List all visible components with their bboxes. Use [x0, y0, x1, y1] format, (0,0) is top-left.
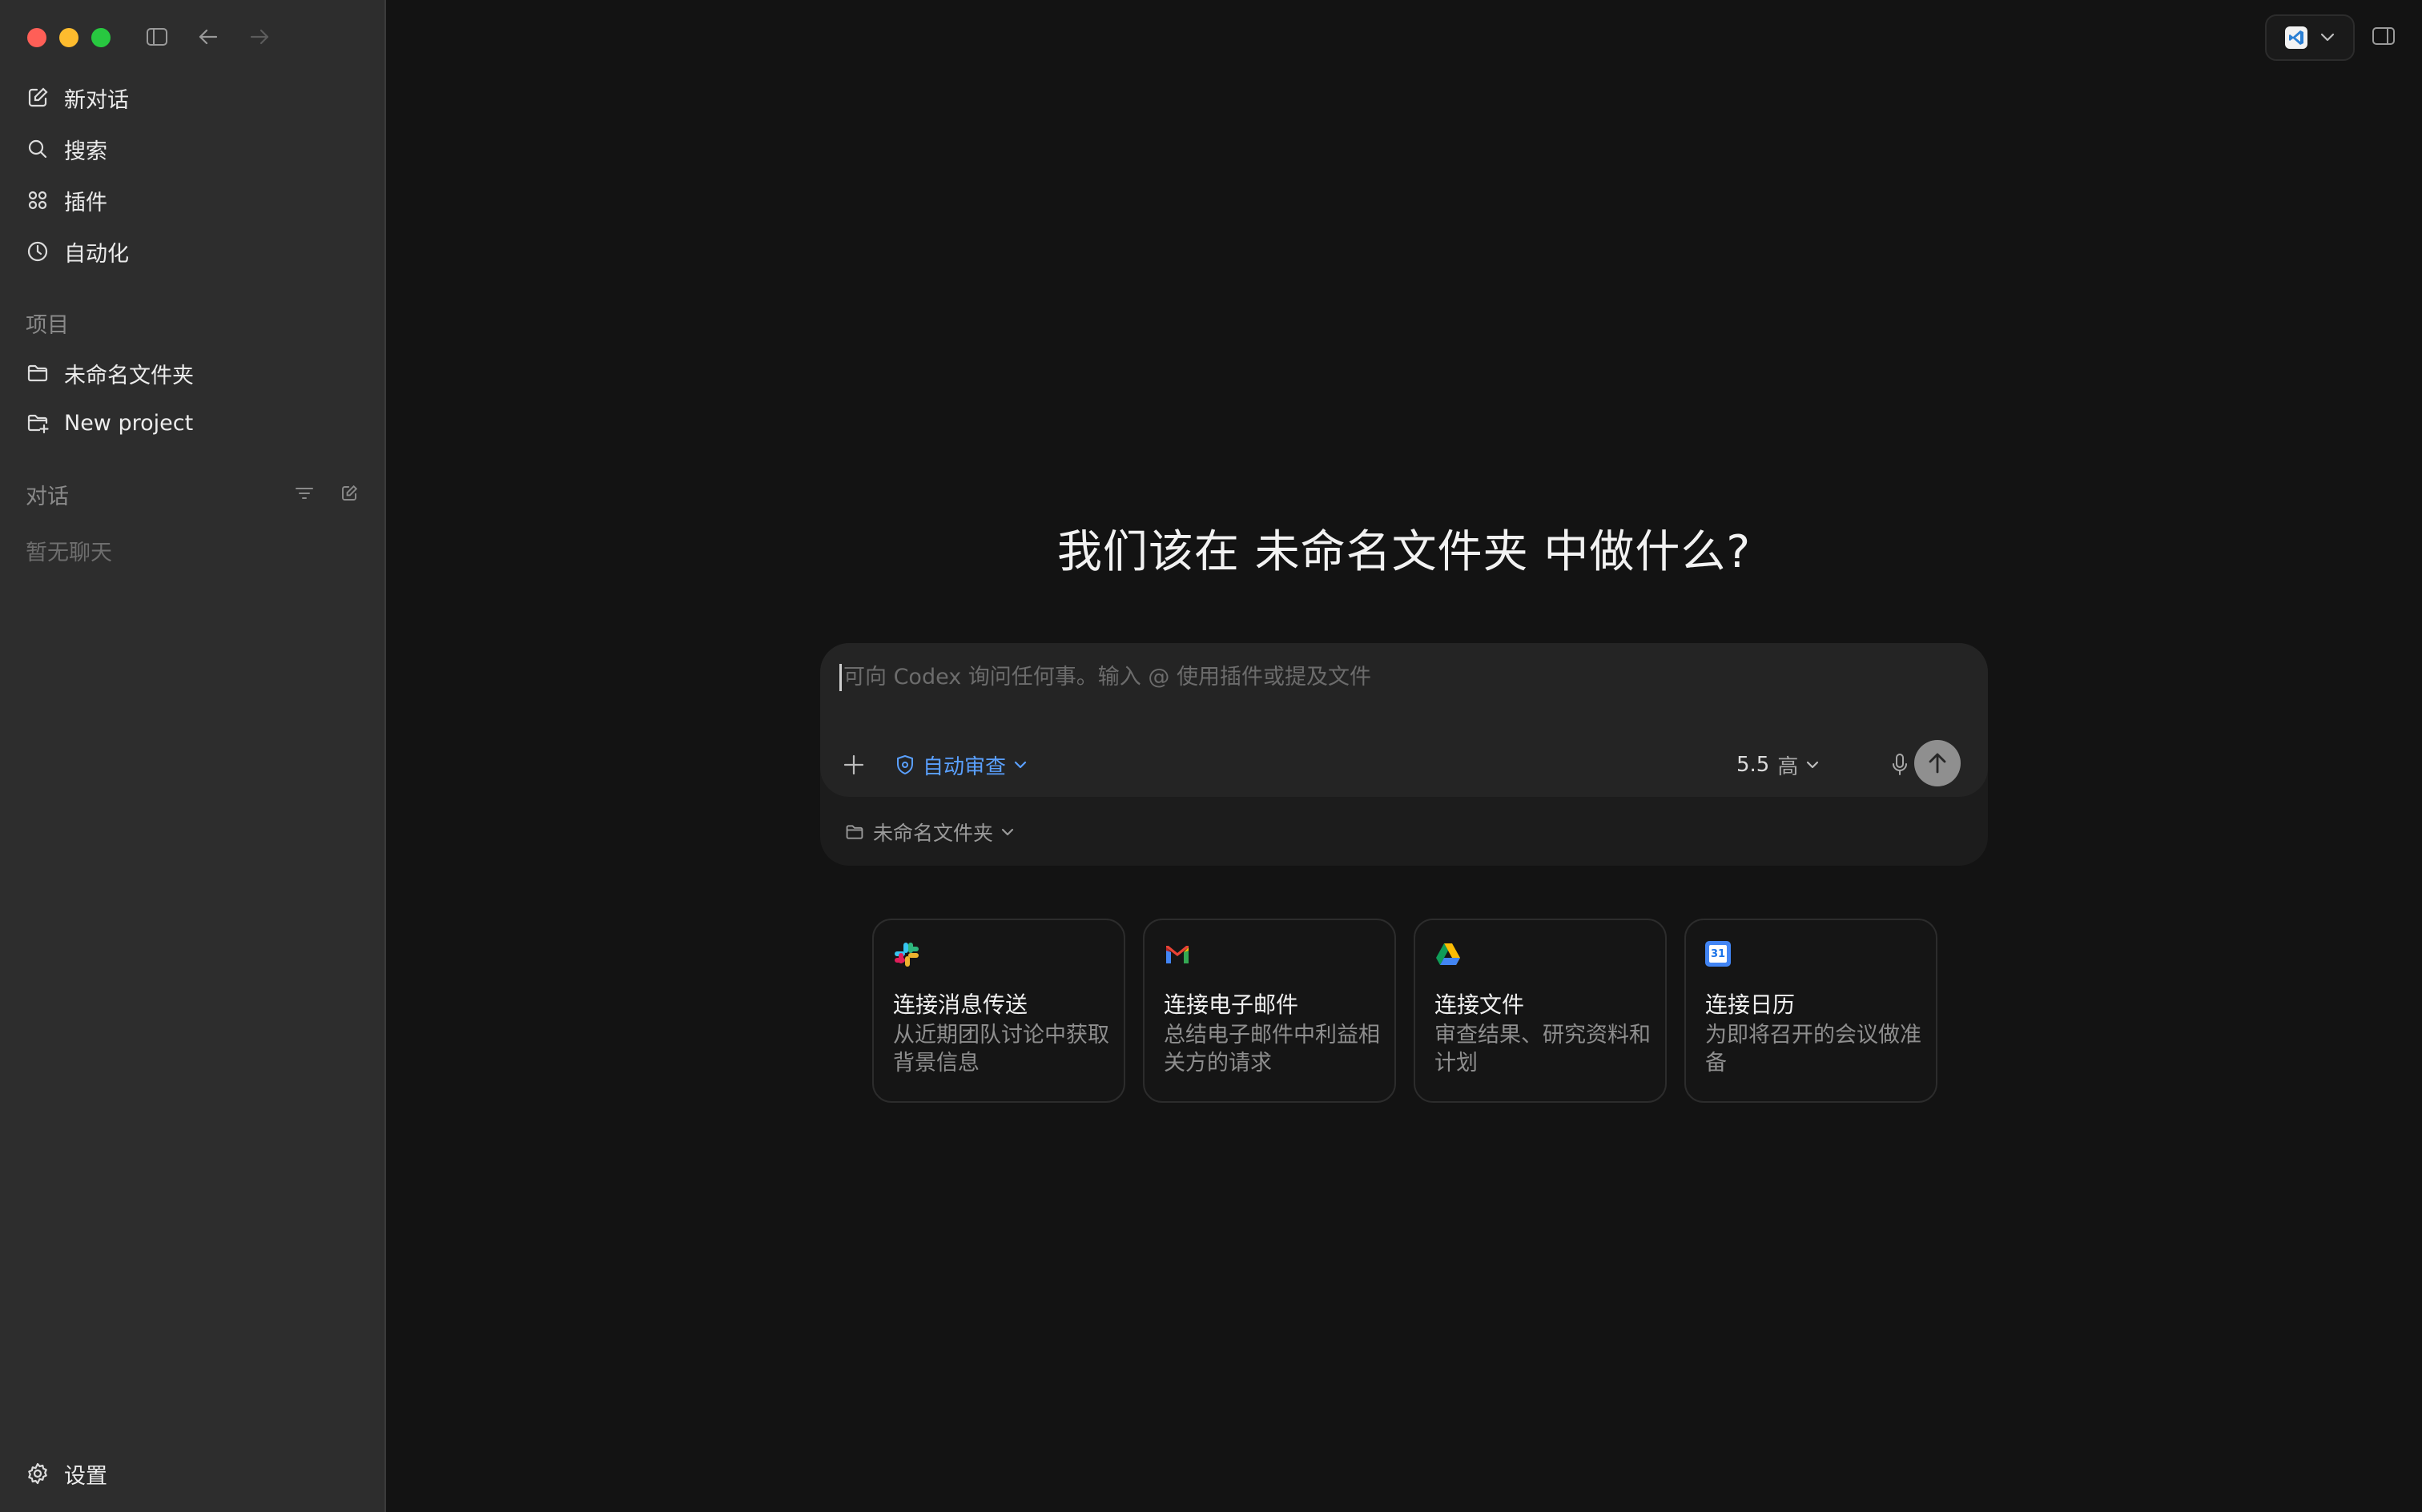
- open-in-editor-button[interactable]: [2265, 14, 2355, 61]
- main-panel: 我们该在 未命名文件夹 中做什么? 可向 Codex 询问任何事。输入 @ 使用…: [386, 0, 2422, 1512]
- nav-plugins[interactable]: 插件: [26, 181, 107, 219]
- voice-input-button[interactable]: [1885, 750, 1914, 779]
- settings-button[interactable]: 设置: [26, 1454, 107, 1493]
- google-calendar-icon: 31: [1705, 941, 1732, 968]
- approval-mode-label: 自动审查: [923, 754, 1007, 779]
- chevron-down-icon: [1014, 761, 1027, 769]
- folder-icon: [27, 364, 48, 382]
- google-drive-icon: [1434, 941, 1462, 968]
- projects-section-label: 项目: [26, 313, 69, 338]
- composer-container: 可向 Codex 询问任何事。输入 @ 使用插件或提及文件 自动审查 5.5 高: [820, 643, 1988, 866]
- filter-icon[interactable]: [292, 481, 317, 506]
- send-button[interactable]: [1914, 740, 1961, 786]
- chats-empty-text: 暂无聊天: [26, 541, 112, 565]
- card-title: 连接文件: [1434, 991, 1525, 1018]
- composer: 可向 Codex 询问任何事。输入 @ 使用插件或提及文件 自动审查 5.5 高: [820, 643, 1988, 797]
- nav-automation[interactable]: 自动化: [26, 232, 129, 271]
- workspace-folder-dropdown[interactable]: 未命名文件夹: [844, 816, 1014, 848]
- chevron-down-icon: [1001, 828, 1014, 836]
- forward-arrow-icon[interactable]: [247, 24, 272, 50]
- folder-plus-icon: [27, 414, 49, 434]
- settings-label: 设置: [64, 1463, 107, 1489]
- slack-icon: [893, 941, 920, 968]
- card-title: 连接日历: [1705, 991, 1796, 1018]
- folder-icon: [846, 825, 863, 839]
- approval-mode-dropdown[interactable]: 自动审查: [895, 750, 1027, 779]
- new-chat-small-icon[interactable]: [336, 481, 362, 506]
- clock-icon: [27, 241, 48, 262]
- arrow-up-icon: [1929, 753, 1946, 774]
- connect-files-card[interactable]: 连接文件 审查结果、研究资料和计划: [1414, 919, 1667, 1103]
- back-arrow-icon[interactable]: [195, 24, 221, 50]
- project-label: 未命名文件夹: [64, 363, 194, 388]
- gear-icon: [28, 1462, 47, 1485]
- gmail-icon: [1164, 941, 1191, 968]
- card-description: 审查结果、研究资料和计划: [1434, 1023, 1651, 1076]
- prompt-input[interactable]: 可向 Codex 询问任何事。输入 @ 使用插件或提及文件: [839, 664, 1371, 691]
- card-title: 连接电子邮件: [1164, 991, 1299, 1018]
- search-icon: [28, 139, 47, 159]
- model-version: 5.5: [1736, 753, 1770, 777]
- model-selector[interactable]: 5.5 高: [1736, 750, 1819, 779]
- plus-icon: [843, 754, 864, 775]
- toggle-right-panel-icon[interactable]: [2366, 14, 2401, 58]
- nav-label: 搜索: [64, 139, 107, 164]
- plugins-icon: [28, 191, 47, 210]
- project-item-untitled-folder[interactable]: 未命名文件夹: [26, 354, 194, 392]
- connect-messaging-card[interactable]: 连接消息传送 从近期团队讨论中获取背景信息: [872, 919, 1125, 1103]
- nav-new-chat[interactable]: 新对话: [26, 78, 129, 117]
- toggle-sidebar-icon[interactable]: [144, 24, 170, 50]
- nav-label: 插件: [64, 190, 107, 215]
- microphone-icon: [1893, 754, 1907, 775]
- minimize-window-button[interactable]: [59, 28, 78, 47]
- nav-label: 自动化: [64, 241, 129, 267]
- connect-email-card[interactable]: 连接电子邮件 总结电子邮件中利益相关方的请求: [1143, 919, 1396, 1103]
- vscode-icon: [2285, 26, 2307, 49]
- card-description: 为即将召开的会议做准备: [1705, 1023, 1921, 1076]
- project-label: New project: [64, 410, 194, 436]
- workspace-folder-label: 未命名文件夹: [873, 822, 994, 845]
- nav-label: 新对话: [64, 87, 129, 113]
- connect-calendar-card[interactable]: 31 连接日历 为即将召开的会议做准备: [1684, 919, 1937, 1103]
- card-description: 总结电子邮件中利益相关方的请求: [1164, 1023, 1380, 1076]
- chevron-down-icon: [1807, 761, 1819, 769]
- close-window-button[interactable]: [27, 28, 46, 47]
- page-title: 我们该在 未命名文件夹 中做什么?: [1056, 526, 1752, 578]
- new-chat-icon: [28, 87, 48, 107]
- sidebar: 新对话 搜索 插件 自动化 项目 未命名文件夹 New project 对话 暂…: [0, 0, 386, 1512]
- effort-label: 高: [1777, 754, 1799, 779]
- maximize-window-button[interactable]: [91, 28, 111, 47]
- project-item-new-project[interactable]: New project: [26, 404, 193, 442]
- nav-search[interactable]: 搜索: [26, 130, 107, 168]
- card-description: 从近期团队讨论中获取背景信息: [893, 1023, 1109, 1076]
- shield-icon: [897, 755, 913, 774]
- attach-button[interactable]: [839, 750, 868, 779]
- chevron-down-icon: [2320, 33, 2335, 42]
- card-title: 连接消息传送: [893, 991, 1028, 1018]
- chats-section-label: 对话: [26, 485, 69, 509]
- calendar-day-text: 31: [1709, 945, 1727, 963]
